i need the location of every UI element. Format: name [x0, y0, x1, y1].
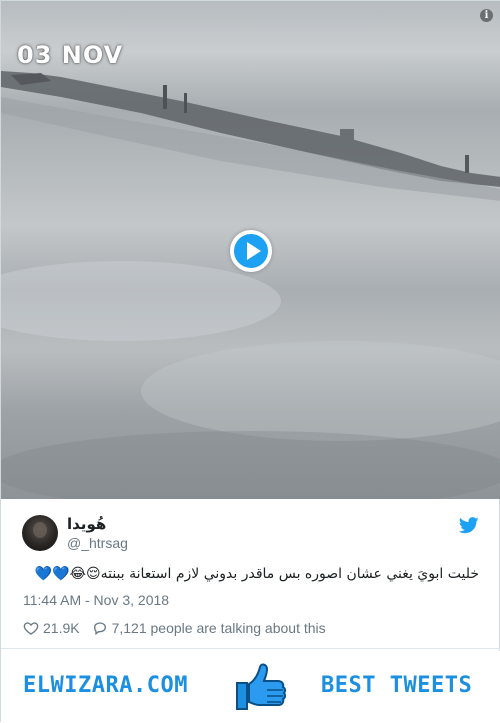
- twitter-bird-icon[interactable]: [459, 517, 479, 534]
- user-handle[interactable]: @_htrsag: [67, 535, 128, 551]
- comment-icon[interactable]: [92, 620, 108, 636]
- thumbs-up-icon: [229, 657, 289, 717]
- tweet-embed-card: 03 NOV i هُويدا @_htrsag خليت ابويَ يغني…: [0, 0, 500, 723]
- avatar[interactable]: [22, 515, 58, 551]
- tweet-timestamp[interactable]: 11:44 AM - Nov 3, 2018: [23, 592, 169, 608]
- info-icon[interactable]: i: [480, 9, 493, 22]
- video-player[interactable]: 03 NOV i: [1, 1, 500, 499]
- heart-icon[interactable]: [23, 620, 39, 636]
- play-icon[interactable]: [230, 230, 272, 272]
- tweet-actions: 21.9K 7,121 people are talking about thi…: [23, 619, 326, 637]
- talking-count[interactable]: 7,121 people are talking about this: [112, 620, 326, 636]
- site-banner: ELWIZARA.COM BEST TWEETS: [1, 651, 500, 723]
- like-count[interactable]: 21.9K: [43, 620, 80, 636]
- display-name[interactable]: هُويدا: [67, 515, 106, 533]
- site-brand[interactable]: ELWIZARA.COM: [23, 673, 188, 698]
- video-date-stamp: 03 NOV: [17, 41, 124, 69]
- tweet-text: خليت ابويَ يغني عشان اصوره بس ماقدر بدون…: [34, 566, 479, 582]
- tweet: هُويدا @_htrsag خليت ابويَ يغني عشان اصو…: [1, 499, 500, 649]
- best-tweets-label: BEST TWEETS: [321, 673, 473, 698]
